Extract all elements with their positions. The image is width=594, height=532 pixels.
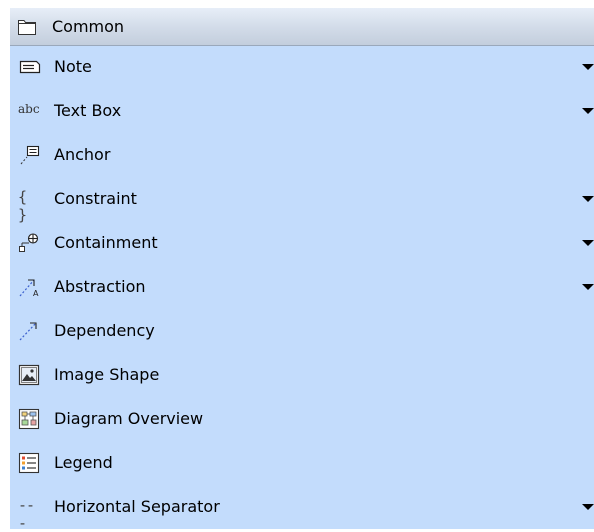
legend-icon [18, 452, 42, 474]
anchor-icon [18, 144, 42, 166]
chevron-down-icon[interactable] [582, 64, 594, 70]
palette-item-label: Image Shape [54, 365, 160, 384]
chevron-down-icon[interactable] [582, 240, 594, 246]
text-box-icon-glyph: abc [18, 102, 40, 116]
text-box-icon: abc [18, 100, 42, 122]
containment-icon [18, 232, 42, 254]
diagram-overview-icon [18, 408, 42, 430]
palette-item-dependency[interactable]: Dependency [10, 311, 594, 351]
palette-item-anchor[interactable]: Anchor [10, 135, 594, 175]
palette-item-label: Containment [54, 233, 158, 252]
chevron-down-icon[interactable] [582, 196, 594, 202]
palette-item-label: Constraint [54, 189, 137, 208]
palette-item-constraint[interactable]: { } Constraint [10, 179, 594, 224]
palette-item-label: Text Box [54, 101, 122, 120]
svg-text:A: A [33, 289, 39, 298]
palette-item-label: Note [54, 57, 92, 76]
image-icon [18, 364, 42, 386]
separator-icon-glyph: --- [18, 496, 35, 532]
group-header-label: Common [52, 17, 125, 36]
palette-item-label: Legend [54, 453, 113, 472]
palette-item-abstraction[interactable]: A Abstraction [10, 267, 594, 307]
palette-item-label: Anchor [54, 145, 111, 164]
palette-item-diagram-overview[interactable]: Diagram Overview [10, 399, 594, 439]
palette-item-label: Horizontal Separator [54, 497, 220, 516]
palette-panel: Common Note abc Text Box Anchor {} Cons… [10, 8, 594, 532]
group-header-common[interactable]: Common [10, 8, 594, 46]
constraint-icon-glyph: { } [18, 188, 29, 224]
chevron-down-icon[interactable] [582, 284, 594, 290]
folder-icon [18, 18, 36, 35]
separator-icon: --- [18, 496, 42, 532]
palette-item-legend[interactable]: Legend [10, 443, 594, 483]
palette-item-text-box[interactable]: abc Text Box [10, 91, 594, 131]
chevron-down-icon[interactable] [582, 504, 594, 510]
palette-item-note[interactable]: Note [10, 47, 594, 87]
note-icon [18, 56, 42, 78]
dependency-icon [18, 320, 42, 342]
constraint-icon: { } [18, 188, 42, 224]
palette-item-containment[interactable]: Containment [10, 223, 594, 263]
palette-item-horizontal-separator[interactable]: --- Horizontal Separator [10, 487, 594, 532]
chevron-down-icon[interactable] [582, 108, 594, 114]
abstraction-icon: A [18, 276, 42, 298]
palette-item-label: Dependency [54, 321, 155, 340]
palette-item-label: Abstraction [54, 277, 146, 296]
palette-item-image-shape[interactable]: Image Shape [10, 355, 594, 395]
palette-item-label: Diagram Overview [54, 409, 204, 428]
